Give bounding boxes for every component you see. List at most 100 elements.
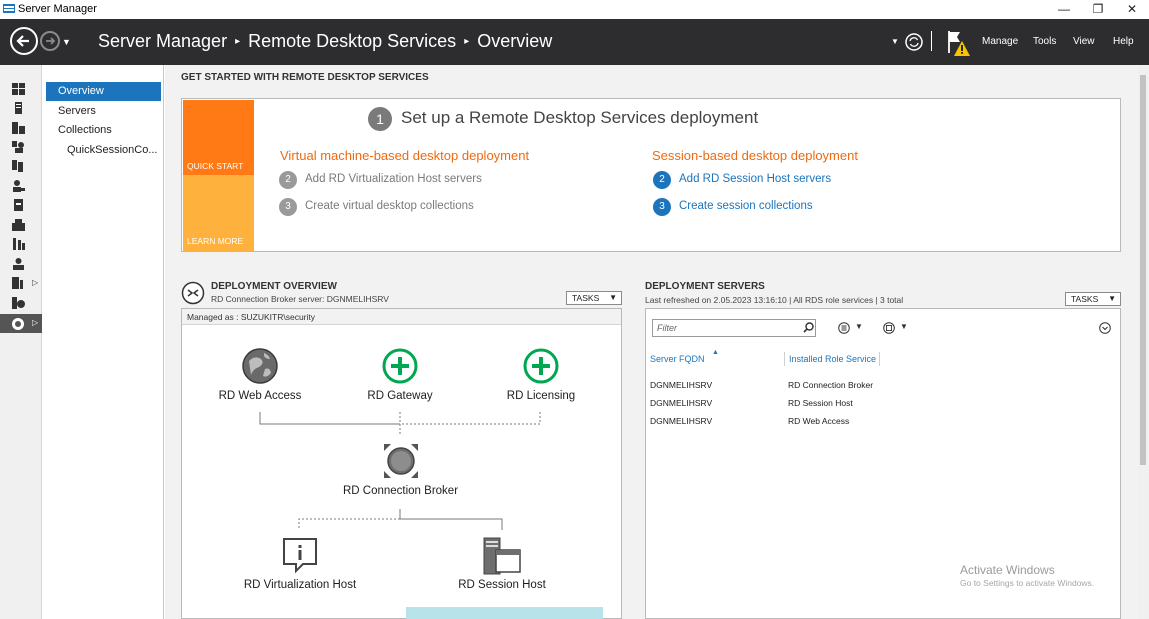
- save-query-dropdown-icon[interactable]: ▼: [900, 322, 908, 331]
- breadcrumb-separator-icon: ▸: [235, 36, 241, 47]
- left-icon-rail: ▷ ▷: [0, 65, 42, 619]
- add-rd-virtualization-host-link[interactable]: Add RD Virtualization Host servers: [305, 173, 482, 185]
- session-step-3-number: 3: [653, 198, 671, 216]
- table-cell-role[interactable]: RD Web Access: [788, 416, 849, 426]
- breadcrumb-remote-desktop-services[interactable]: Remote Desktop Services: [248, 31, 456, 51]
- forward-button[interactable]: [40, 31, 60, 51]
- back-button[interactable]: [10, 27, 38, 55]
- deployment-servers-heading: DEPLOYMENT SERVERS: [645, 281, 765, 292]
- refresh-icon[interactable]: [904, 32, 924, 52]
- history-dropdown-icon[interactable]: ▼: [62, 37, 71, 47]
- rd-session-host-server-icon[interactable]: [483, 537, 521, 575]
- step-1-number: 1: [368, 107, 392, 131]
- rd-licensing-add-icon[interactable]: [523, 348, 559, 384]
- title-bar: Server Manager — ❐ ✕: [0, 0, 1149, 19]
- rd-virtualization-host-info-icon[interactable]: [281, 536, 319, 574]
- highlight-box: [406, 607, 603, 619]
- divider: [931, 31, 932, 51]
- local-server-icon[interactable]: [12, 102, 25, 114]
- iis-icon[interactable]: [12, 219, 25, 231]
- table-cell-role[interactable]: RD Session Host: [788, 398, 853, 408]
- minimize-button[interactable]: —: [1047, 0, 1081, 19]
- session-deployment-heading: Session-based desktop deployment: [652, 148, 858, 163]
- table-cell-server[interactable]: DGNMELIHSRV: [650, 380, 712, 390]
- file-services-icon[interactable]: [12, 160, 25, 172]
- rd-web-access-globe-icon[interactable]: [241, 347, 279, 385]
- vertical-scrollbar[interactable]: [1138, 65, 1149, 619]
- wsus-icon[interactable]: [12, 297, 25, 309]
- header-bar: ▼ Server Manager ▸ Remote Desktop Services…: [0, 19, 1149, 65]
- refresh-dropdown-icon[interactable]: ▼: [891, 37, 899, 46]
- column-header-server-fqdn[interactable]: Server FQDN: [650, 354, 705, 364]
- navigation-pane: Overview Servers Collections QuickSessio…: [43, 65, 164, 619]
- create-virtual-desktop-collections-link[interactable]: Create virtual desktop collections: [305, 200, 474, 212]
- dashboard-icon[interactable]: [12, 83, 25, 95]
- search-icon[interactable]: [803, 322, 814, 333]
- list-options-dropdown-icon[interactable]: ▼: [855, 322, 863, 331]
- hyper-v-icon[interactable]: [12, 258, 25, 270]
- breadcrumb: Server Manager ▸ Remote Desktop Services ▸ O…: [98, 31, 552, 52]
- quick-start-label: QUICK START: [187, 161, 244, 171]
- breadcrumb-server-manager[interactable]: Server Manager: [98, 31, 227, 51]
- restore-button[interactable]: ❐: [1081, 0, 1115, 19]
- network-policy-icon[interactable]: [12, 277, 25, 289]
- activate-windows-watermark: Activate Windows: [960, 563, 1055, 577]
- arrow-right-icon: [46, 37, 56, 45]
- expand-arrow-icon[interactable]: ▷: [32, 318, 38, 327]
- quick-start-tile[interactable]: QUICK START: [183, 100, 254, 175]
- scrollbar-thumb[interactable]: [1140, 75, 1146, 465]
- broker-server-label: RD Connection Broker server: DGNMELIHSRV: [211, 294, 389, 304]
- rd-web-access-label: RD Web Access: [218, 390, 302, 402]
- ad-ds-icon[interactable]: [12, 141, 25, 153]
- deployment-servers-subtitle: Last refreshed on 2.05.2023 13:16:10 | A…: [645, 295, 904, 305]
- table-cell-server[interactable]: DGNMELIHSRV: [650, 398, 712, 408]
- learn-more-label: LEARN MORE: [187, 236, 244, 246]
- filter-input[interactable]: Filter: [652, 319, 816, 337]
- sort-ascending-icon: ▲: [712, 349, 719, 356]
- nav-item-quicksession-collection[interactable]: QuickSessionCo...: [46, 141, 161, 160]
- help-menu[interactable]: Help: [1113, 36, 1134, 47]
- session-step-2-number: 2: [653, 171, 671, 189]
- remote-desktop-services-icon: [12, 318, 24, 330]
- add-rd-session-host-link[interactable]: Add RD Session Host servers: [679, 173, 831, 185]
- save-query-icon[interactable]: [883, 322, 895, 334]
- notifications-flag-icon[interactable]: [946, 29, 972, 57]
- expand-arrow-icon[interactable]: ▷: [32, 278, 38, 287]
- rd-connection-broker-icon[interactable]: [382, 442, 420, 480]
- rd-session-host-label: RD Session Host: [458, 579, 546, 591]
- table-cell-server[interactable]: DGNMELIHSRV: [650, 416, 712, 426]
- nav-item-collections[interactable]: Collections: [46, 121, 161, 140]
- rail-selected-remote-desktop-services[interactable]: ▷: [0, 314, 42, 333]
- servers-tasks-button[interactable]: TASKS ▼: [1065, 292, 1121, 306]
- users-icon[interactable]: [12, 180, 25, 192]
- column-header-installed-role-service[interactable]: Installed Role Service: [789, 354, 876, 364]
- list-options-icon[interactable]: [838, 322, 850, 334]
- remote-access-icon[interactable]: [12, 238, 25, 250]
- dropdown-arrow-icon: ▼: [609, 293, 617, 302]
- deployment-overview-icon: [181, 281, 205, 305]
- rd-gateway-add-icon[interactable]: [382, 348, 418, 384]
- step-1-title: Set up a Remote Desktop Services deploym…: [401, 108, 759, 127]
- table-cell-role[interactable]: RD Connection Broker: [788, 380, 873, 390]
- learn-more-tile[interactable]: LEARN MORE: [183, 175, 254, 251]
- rd-connection-broker-label: RD Connection Broker: [342, 485, 459, 497]
- rd-virtualization-host-label: RD Virtualization Host: [243, 579, 357, 591]
- overview-tasks-button[interactable]: TASKS ▼: [566, 291, 622, 305]
- nav-item-overview[interactable]: Overview: [46, 82, 161, 101]
- print-services-icon[interactable]: [12, 199, 25, 211]
- nav-item-servers[interactable]: Servers: [46, 102, 161, 121]
- breadcrumb-separator-icon: ▸: [464, 36, 470, 47]
- manage-menu[interactable]: Manage: [982, 36, 1018, 47]
- get-started-heading: GET STARTED WITH REMOTE DESKTOP SERVICES: [181, 72, 429, 83]
- create-session-collections-link[interactable]: Create session collections: [679, 200, 813, 212]
- breadcrumb-overview: Overview: [477, 31, 553, 51]
- view-menu[interactable]: View: [1073, 36, 1095, 47]
- vm-deployment-heading: Virtual machine-based desktop deployment: [280, 148, 530, 163]
- activate-windows-subtext: Go to Settings to activate Windows.: [960, 578, 1095, 588]
- expand-chevron-icon[interactable]: [1099, 322, 1111, 334]
- close-button[interactable]: ✕: [1115, 0, 1149, 19]
- tools-menu[interactable]: Tools: [1033, 36, 1056, 47]
- all-servers-icon[interactable]: [12, 122, 25, 134]
- server-manager-app-icon: [3, 4, 15, 13]
- tasks-label: TASKS: [572, 293, 600, 303]
